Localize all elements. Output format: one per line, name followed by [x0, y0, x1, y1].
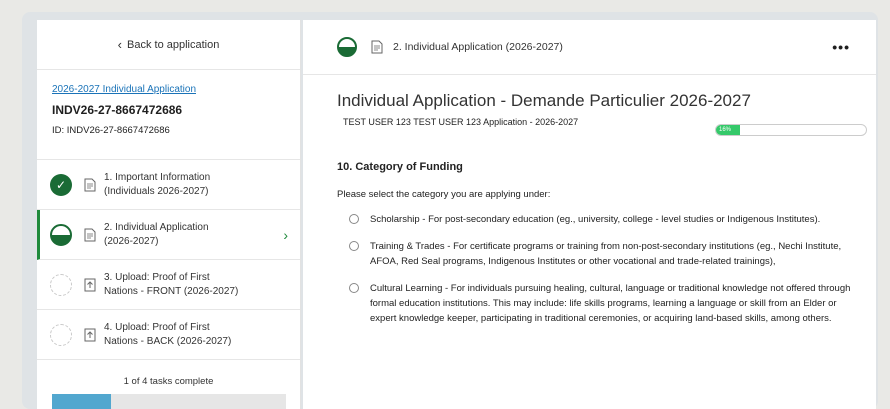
application-code: INDV26-27-8667472686 [52, 103, 183, 117]
option-label: Training & Trades - For certificate prog… [370, 241, 842, 267]
main-panel: 2. Individual Application (2026-2027) ••… [303, 20, 876, 409]
in-progress-icon [337, 37, 357, 57]
option-cultural-learning[interactable]: Cultural Learning - For individuals purs… [349, 281, 856, 326]
section-title: 10. Category of Funding [337, 161, 463, 173]
task-sidebar: ‹ Back to application 2026-2027 Individu… [37, 20, 301, 409]
tasks-complete-text: 1 of 4 tasks complete [123, 376, 214, 387]
option-label: Cultural Learning - For individuals purs… [370, 283, 851, 324]
application-info: 2026-2027 Individual Application INDV26-… [37, 70, 300, 160]
option-training-trades[interactable]: Training & Trades - For certificate prog… [349, 239, 856, 269]
upload-icon [84, 278, 96, 291]
task-title: 2. Individual Application (2026-2027) [393, 41, 563, 53]
not-started-icon [50, 273, 72, 296]
in-progress-icon [50, 223, 72, 246]
task-item-important-information[interactable]: ✓ 1. Important Information (Individuals … [37, 160, 300, 210]
task-item-upload-back[interactable]: 4. Upload: Proof of First Nations - BACK… [37, 310, 300, 360]
application-link[interactable]: 2026-2027 Individual Application [52, 84, 285, 95]
upload-icon [84, 328, 96, 341]
question-prompt: Please select the category you are apply… [337, 189, 551, 200]
task-label: 3. Upload: Proof of First Nations - FRON… [104, 271, 239, 297]
more-options-icon[interactable]: ••• [832, 39, 850, 55]
document-icon [84, 178, 96, 191]
chevron-left-icon: ‹ [117, 37, 122, 52]
complete-check-icon: ✓ [50, 173, 72, 196]
completion-progress-fill: 16% [716, 125, 740, 135]
document-icon [371, 40, 383, 54]
radio-button[interactable] [349, 283, 359, 293]
option-label: Scholarship - For post-secondary educati… [370, 214, 821, 225]
task-item-upload-front[interactable]: 3. Upload: Proof of First Nations - FRON… [37, 260, 300, 310]
radio-button[interactable] [349, 241, 359, 251]
application-id: ID: INDV26-27-8667472686 [52, 125, 170, 136]
tasks-progress-bar [52, 394, 286, 409]
option-scholarship[interactable]: Scholarship - For post-secondary educati… [349, 212, 856, 227]
task-label: 2. Individual Application (2026-2027) [104, 221, 209, 247]
page-title: Individual Application - Demande Particu… [337, 91, 751, 110]
chevron-right-icon: › [283, 226, 288, 243]
tasks-progress-fill [52, 394, 111, 409]
radio-button[interactable] [349, 214, 359, 224]
not-started-icon [50, 323, 72, 346]
task-item-individual-application[interactable]: 2. Individual Application (2026-2027) › [37, 210, 300, 260]
main-header: 2. Individual Application (2026-2027) ••… [303, 20, 876, 75]
completion-progress-bar: 16% [715, 124, 867, 136]
back-to-application-link[interactable]: ‹ Back to application [37, 20, 300, 70]
task-label: 4. Upload: Proof of First Nations - BACK… [104, 321, 232, 347]
document-icon [84, 228, 96, 241]
back-label: Back to application [127, 38, 220, 51]
task-label: 1. Important Information (Individuals 20… [104, 171, 211, 197]
